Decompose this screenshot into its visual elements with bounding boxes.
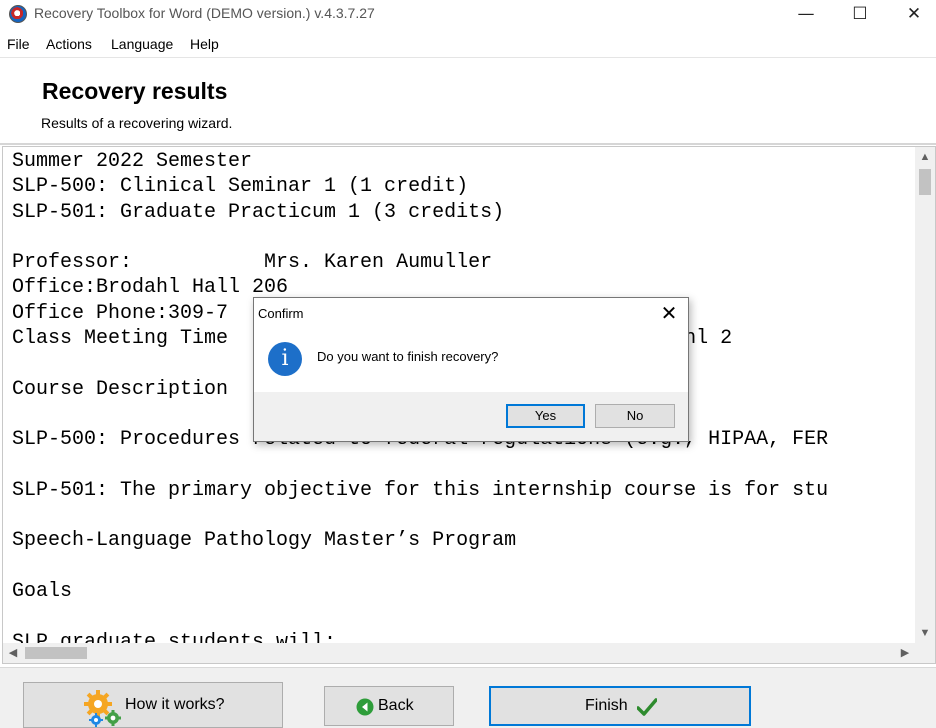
wizard-header: Recovery results Results of a recovering… xyxy=(0,57,936,143)
confirm-dialog: Confirm ✕ i Do you want to finish recove… xyxy=(253,297,689,442)
document-line: Professor: Mrs. Karen Aumuller xyxy=(12,251,493,275)
menu-language[interactable]: Language xyxy=(111,36,173,52)
scroll-up-button[interactable]: ▲ xyxy=(915,147,935,167)
menu-file[interactable]: File xyxy=(7,36,30,52)
dialog-close-icon[interactable]: ✕ xyxy=(652,300,686,326)
back-label: Back xyxy=(378,697,414,714)
vertical-scroll-thumb[interactable] xyxy=(919,169,931,195)
scroll-right-button[interactable]: ▶ xyxy=(895,643,915,663)
menu-actions[interactable]: Actions xyxy=(46,36,92,52)
document-line xyxy=(12,503,912,528)
document-line: Summer 2022 Semester xyxy=(12,150,253,173)
close-button[interactable]: ✕ xyxy=(891,0,936,30)
dialog-message: Do you want to finish recovery? xyxy=(317,349,499,364)
back-button[interactable]: Back xyxy=(324,686,454,726)
document-line xyxy=(12,554,912,579)
back-arrow-icon xyxy=(356,698,374,716)
document-line: Goals xyxy=(12,580,73,604)
window-title: Recovery Toolbox for Word (DEMO version.… xyxy=(34,5,375,21)
document-line xyxy=(12,604,912,629)
page-subtitle: Results of a recovering wizard. xyxy=(41,115,233,131)
how-it-works-label: How it works? xyxy=(125,696,225,713)
how-it-works-button[interactable]: How it works? xyxy=(23,682,283,728)
document-line: SLP-501: The primary objective for this … xyxy=(12,478,829,502)
dialog-title-bar: Confirm ✕ xyxy=(254,298,688,328)
gear-icon xyxy=(84,690,121,727)
document-line: SLP graduate students will: xyxy=(12,630,337,643)
document-line: SLP-501: Graduate Practicum 1 (3 credits… xyxy=(12,200,505,224)
menu-bar: File Actions Language Help xyxy=(0,32,936,56)
scroll-corner xyxy=(915,643,935,663)
document-line: SLP-500: Clinical Seminar 1 (1 credit) xyxy=(12,175,469,199)
scroll-left-button[interactable]: ◀ xyxy=(3,643,23,663)
scroll-down-button[interactable]: ▼ xyxy=(915,623,935,643)
menu-help[interactable]: Help xyxy=(190,36,219,52)
minimize-button[interactable]: — xyxy=(783,0,829,30)
bottom-panel: How it works? Back Finish xyxy=(0,667,936,728)
finish-label: Finish xyxy=(585,697,628,714)
info-icon: i xyxy=(268,342,302,376)
dialog-title: Confirm xyxy=(258,306,304,321)
check-icon xyxy=(637,698,657,716)
dialog-body: i Do you want to finish recovery? xyxy=(254,328,688,392)
no-button[interactable]: No xyxy=(595,404,675,428)
vertical-scrollbar[interactable]: ▲ ▼ xyxy=(915,147,935,643)
page-title: Recovery results xyxy=(42,78,228,104)
horizontal-scrollbar[interactable]: ◀ ▶ xyxy=(3,643,915,663)
maximize-button[interactable]: ☐ xyxy=(837,0,883,30)
document-line: Speech-Language Pathology Master’s Progr… xyxy=(12,529,517,553)
header-divider xyxy=(0,143,936,145)
document-line xyxy=(12,453,912,478)
app-icon xyxy=(9,5,27,23)
title-bar: Recovery Toolbox for Word (DEMO version.… xyxy=(0,0,936,30)
horizontal-scroll-thumb[interactable] xyxy=(25,647,87,659)
yes-button[interactable]: Yes xyxy=(506,404,585,428)
finish-button[interactable]: Finish xyxy=(489,686,751,726)
document-line xyxy=(12,225,912,250)
